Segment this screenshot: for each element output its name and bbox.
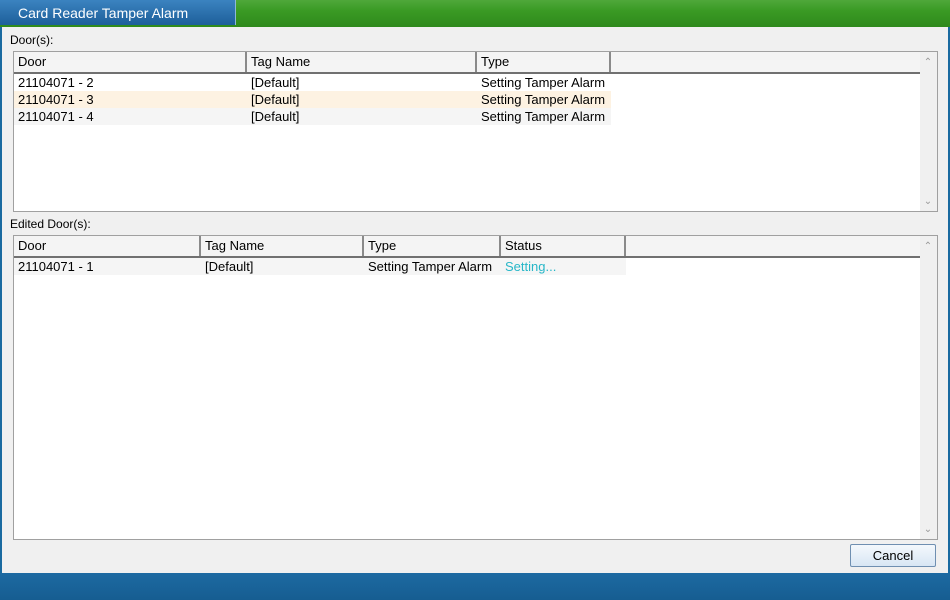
edited-row[interactable]: 21104071 - 1 [Default] Setting Tamper Al… bbox=[14, 258, 626, 275]
doors-scrollbar[interactable]: ⌃ ⌄ bbox=[920, 52, 937, 211]
chevron-up-icon[interactable]: ⌃ bbox=[923, 58, 933, 68]
type-cell: Setting Tamper Alarm bbox=[481, 75, 606, 90]
chevron-up-icon[interactable]: ⌃ bbox=[923, 242, 933, 252]
chevron-down-icon[interactable]: ⌄ bbox=[923, 525, 933, 535]
edited-col-tag-name[interactable]: Tag Name bbox=[201, 236, 364, 256]
door-cell: 21104071 - 3 bbox=[18, 92, 94, 107]
door-cell: 21104071 - 4 bbox=[18, 109, 94, 124]
edited-col-status[interactable]: Status bbox=[501, 236, 626, 256]
title-bar: Card Reader Tamper Alarm Setting bbox=[0, 0, 950, 48]
edited-header-filler bbox=[626, 236, 920, 256]
dialog-body: Door(s): Door Tag Name Type 21104071 - 2… bbox=[2, 27, 948, 573]
edited-col-door[interactable]: Door bbox=[14, 236, 201, 256]
doors-row[interactable]: 21104071 - 2 [Default] Setting Tamper Al… bbox=[14, 74, 611, 91]
doors-row[interactable]: 21104071 - 4 [Default] Setting Tamper Al… bbox=[14, 108, 611, 125]
type-cell: Setting Tamper Alarm bbox=[481, 92, 606, 107]
doors-col-tag-name[interactable]: Tag Name bbox=[247, 52, 477, 72]
tag-name-cell: [Default] bbox=[251, 75, 300, 90]
window-title: Card Reader Tamper Alarm Setting bbox=[0, 0, 236, 48]
doors-row[interactable]: 21104071 - 3 [Default] Setting Tamper Al… bbox=[14, 91, 611, 108]
tag-name-cell: [Default] bbox=[205, 259, 254, 274]
doors-header: Door Tag Name Type bbox=[14, 52, 920, 74]
doors-col-door[interactable]: Door bbox=[14, 52, 247, 72]
edited-doors-list[interactable]: Door Tag Name Type Status 21104071 - 1 [… bbox=[13, 235, 938, 540]
status-cell: Setting... bbox=[505, 259, 557, 274]
doors-list[interactable]: Door Tag Name Type 21104071 - 2 [Default… bbox=[13, 51, 938, 212]
door-cell: 21104071 - 2 bbox=[18, 75, 94, 90]
edited-col-type[interactable]: Type bbox=[364, 236, 501, 256]
doors-col-type[interactable]: Type bbox=[477, 52, 611, 72]
footer-bar bbox=[0, 573, 950, 600]
cancel-button[interactable]: Cancel bbox=[850, 544, 936, 567]
type-cell: Setting Tamper Alarm bbox=[368, 259, 493, 274]
edited-header: Door Tag Name Type Status bbox=[14, 236, 920, 258]
edited-scrollbar[interactable]: ⌃ ⌄ bbox=[920, 236, 937, 539]
edited-doors-section-label: Edited Door(s): bbox=[10, 217, 91, 231]
chevron-down-icon[interactable]: ⌄ bbox=[923, 197, 933, 207]
tag-name-cell: [Default] bbox=[251, 92, 300, 107]
door-cell: 21104071 - 1 bbox=[18, 259, 94, 274]
doors-header-filler bbox=[611, 52, 920, 72]
doors-section-label: Door(s): bbox=[10, 33, 54, 47]
type-cell: Setting Tamper Alarm bbox=[481, 109, 606, 124]
tag-name-cell: [Default] bbox=[251, 109, 300, 124]
